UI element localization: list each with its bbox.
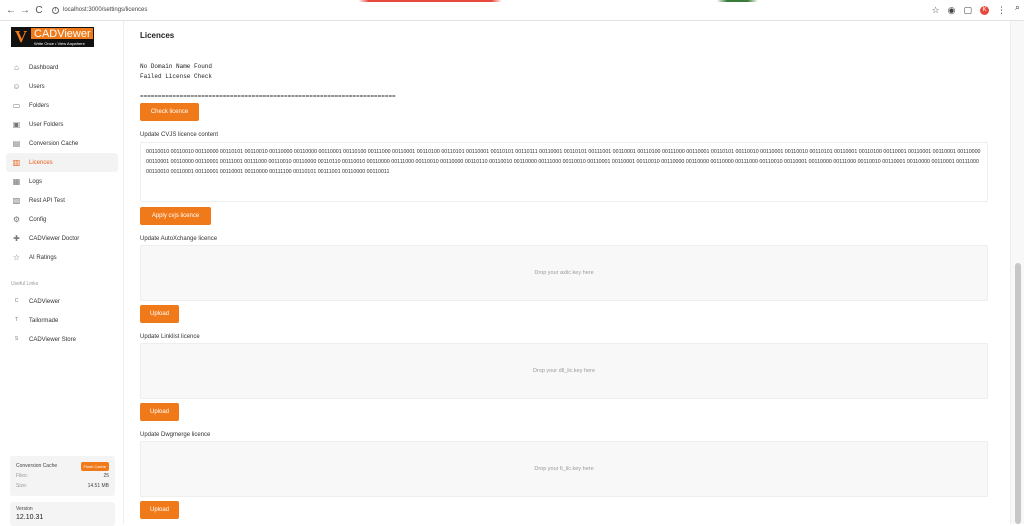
link-tailormade[interactable]: T Tailormade bbox=[6, 311, 118, 330]
sidebar-item-users[interactable]: ☺ Users bbox=[6, 77, 118, 96]
autoxchange-licence-label: Update AutoXchange licence bbox=[140, 236, 218, 242]
files-label: Files: bbox=[16, 473, 28, 479]
menu-kebab-icon[interactable]: ⋮ bbox=[997, 5, 1006, 16]
sidebar-item-conversion-cache[interactable]: ▤ Conversion Cache bbox=[6, 134, 118, 153]
status-message: No Domain Name Found bbox=[140, 63, 213, 70]
version-panel: Version 12.10.31 bbox=[10, 502, 115, 526]
sidebar-item-label: Logs bbox=[29, 178, 43, 185]
cvjs-licence-textarea[interactable]: 00110010 00110010 00110000 00110101 0011… bbox=[140, 142, 988, 202]
cache-icon: ▤ bbox=[12, 139, 21, 148]
forward-icon[interactable]: → bbox=[18, 5, 32, 16]
cache-title: Conversion Cache bbox=[16, 463, 58, 469]
dwgmerge-licence-label: Update Dwgmerge licence bbox=[140, 432, 211, 438]
link-label: CADViewer Store bbox=[29, 336, 76, 343]
size-label: Size: bbox=[16, 483, 28, 489]
link-label: CADViewer bbox=[29, 298, 60, 305]
extension-icon[interactable]: ◉ bbox=[948, 5, 956, 16]
sidebar-item-label: AI Ratings bbox=[29, 254, 57, 261]
sidebar-item-label: Config bbox=[29, 216, 47, 223]
folder-icon: ▭ bbox=[12, 101, 21, 110]
sidebar-item-ai-ratings[interactable]: ☆ AI Ratings bbox=[6, 248, 118, 267]
user-folder-icon: ▣ bbox=[12, 120, 21, 129]
home-icon: ⌂ bbox=[14, 63, 19, 72]
sidebar-item-label: Folders bbox=[29, 102, 50, 109]
browser-toolbar: ← → C i localhost:3000/settings/licences… bbox=[0, 0, 1024, 21]
licences-page: Licences No Domain Name Found Failed Lic… bbox=[124, 21, 1010, 524]
logs-icon: ▦ bbox=[12, 177, 21, 186]
sidebar-item-cadviewer-doctor[interactable]: ✚ CADViewer Doctor bbox=[6, 229, 118, 248]
sidebar-item-label: Rest API Test bbox=[29, 197, 65, 204]
upload-dwgmerge-button[interactable]: Upload bbox=[140, 501, 179, 519]
extensions-puzzle-icon[interactable]: ▢ bbox=[963, 5, 972, 16]
sidebar-item-label: Conversion Cache bbox=[29, 140, 79, 147]
check-licence-button[interactable]: Check licence bbox=[140, 103, 199, 121]
cadviewer-logo[interactable]: V CADViewer Write Once • View Anywhere bbox=[11, 27, 95, 47]
page-title: Licences bbox=[140, 31, 175, 40]
sidebar-item-user-folders[interactable]: ▣ User Folders bbox=[6, 115, 118, 134]
version-value: 12.10.31 bbox=[16, 514, 44, 521]
logo-tagline: Write Once • View Anywhere bbox=[30, 40, 94, 47]
sidebar-item-label: User Folders bbox=[29, 121, 64, 128]
browser-actions: ☆ ◉ ▢ K ⋮ bbox=[932, 5, 1006, 16]
sidebar-item-rest-api-test[interactable]: ▧ Rest API Test bbox=[6, 191, 118, 210]
link-icon: T bbox=[14, 317, 19, 323]
sidebar-item-folders[interactable]: ▭ Folders bbox=[6, 96, 118, 115]
scrollbar-thumb[interactable] bbox=[1015, 263, 1021, 524]
sidebar: V CADViewer Write Once • View Anywhere ⌂… bbox=[0, 21, 124, 526]
star-icon: ☆ bbox=[12, 253, 21, 262]
files-value: 25 bbox=[103, 473, 109, 479]
gear-icon: ⚙ bbox=[12, 215, 21, 224]
profile-avatar[interactable]: K bbox=[980, 6, 989, 15]
logo-v-mark: V bbox=[11, 27, 31, 47]
site-info-icon[interactable]: i bbox=[52, 6, 59, 14]
separator-line: ========================================… bbox=[140, 93, 396, 100]
useful-links-heading: Useful Links bbox=[11, 281, 39, 287]
link-icon: C bbox=[14, 298, 19, 304]
sidebar-item-label: Users bbox=[29, 83, 45, 90]
logo-name: CADViewer bbox=[30, 27, 94, 40]
doctor-icon: ✚ bbox=[13, 234, 20, 243]
flush-cache-button[interactable]: Flush Cache bbox=[80, 461, 109, 471]
browser-loading-bar bbox=[0, 0, 1024, 2]
linklist-dropzone[interactable]: Drop your dll_lic.key here bbox=[140, 343, 988, 399]
link-cadviewer-store[interactable]: S CADViewer Store bbox=[6, 330, 118, 349]
page-scrollbar[interactable] bbox=[1010, 21, 1024, 524]
status-message: Failed License Check bbox=[140, 73, 213, 80]
cvjs-licence-label: Update CVJS licence content bbox=[140, 132, 219, 138]
search-icon[interactable]: ⌕ bbox=[1015, 2, 1020, 13]
address-url[interactable]: localhost:3000/settings/licences bbox=[63, 7, 147, 13]
sidebar-item-label: CADViewer Doctor bbox=[29, 235, 80, 242]
sidebar-nav: ⌂ Dashboard ☺ Users ▭ Folders ▣ User Folders… bbox=[6, 58, 118, 267]
sidebar-item-dashboard[interactable]: ⌂ Dashboard bbox=[6, 58, 118, 77]
address-bar[interactable]: i localhost:3000/settings/licences bbox=[52, 6, 147, 14]
useful-links: C CADViewer T Tailormade S CADViewer Store bbox=[6, 292, 118, 349]
sidebar-item-label: Dashboard bbox=[29, 64, 59, 71]
version-label: Version bbox=[16, 506, 33, 512]
autoxchange-dropzone[interactable]: Drop your axlic.key here bbox=[140, 245, 988, 301]
conversion-cache-panel: Conversion Cache Flush Cache Files: 25 Siz… bbox=[10, 456, 115, 496]
sidebar-item-licences[interactable]: ▥ Licences bbox=[6, 153, 118, 172]
size-value: 14.51 MB bbox=[87, 483, 109, 489]
licence-icon: ▥ bbox=[12, 158, 21, 167]
reload-icon[interactable]: C bbox=[32, 5, 46, 16]
back-icon[interactable]: ← bbox=[4, 5, 18, 16]
bookmark-star-icon[interactable]: ☆ bbox=[932, 5, 940, 16]
link-cadviewer[interactable]: C CADViewer bbox=[6, 292, 118, 311]
upload-linklist-button[interactable]: Upload bbox=[140, 403, 179, 421]
apply-cvjs-licence-button[interactable]: Apply cvjs licence bbox=[140, 207, 211, 225]
dwgmerge-dropzone[interactable]: Drop your lt_lic.key here bbox=[140, 441, 988, 497]
sidebar-item-label: Licences bbox=[29, 159, 53, 166]
linklist-licence-label: Update Linklist licence bbox=[140, 334, 200, 340]
api-icon: ▧ bbox=[12, 196, 21, 205]
upload-autoxchange-button[interactable]: Upload bbox=[140, 305, 179, 323]
users-icon: ☺ bbox=[12, 82, 21, 91]
sidebar-item-config[interactable]: ⚙ Config bbox=[6, 210, 118, 229]
link-icon: S bbox=[14, 336, 19, 342]
sidebar-item-logs[interactable]: ▦ Logs bbox=[6, 172, 118, 191]
link-label: Tailormade bbox=[29, 317, 59, 324]
